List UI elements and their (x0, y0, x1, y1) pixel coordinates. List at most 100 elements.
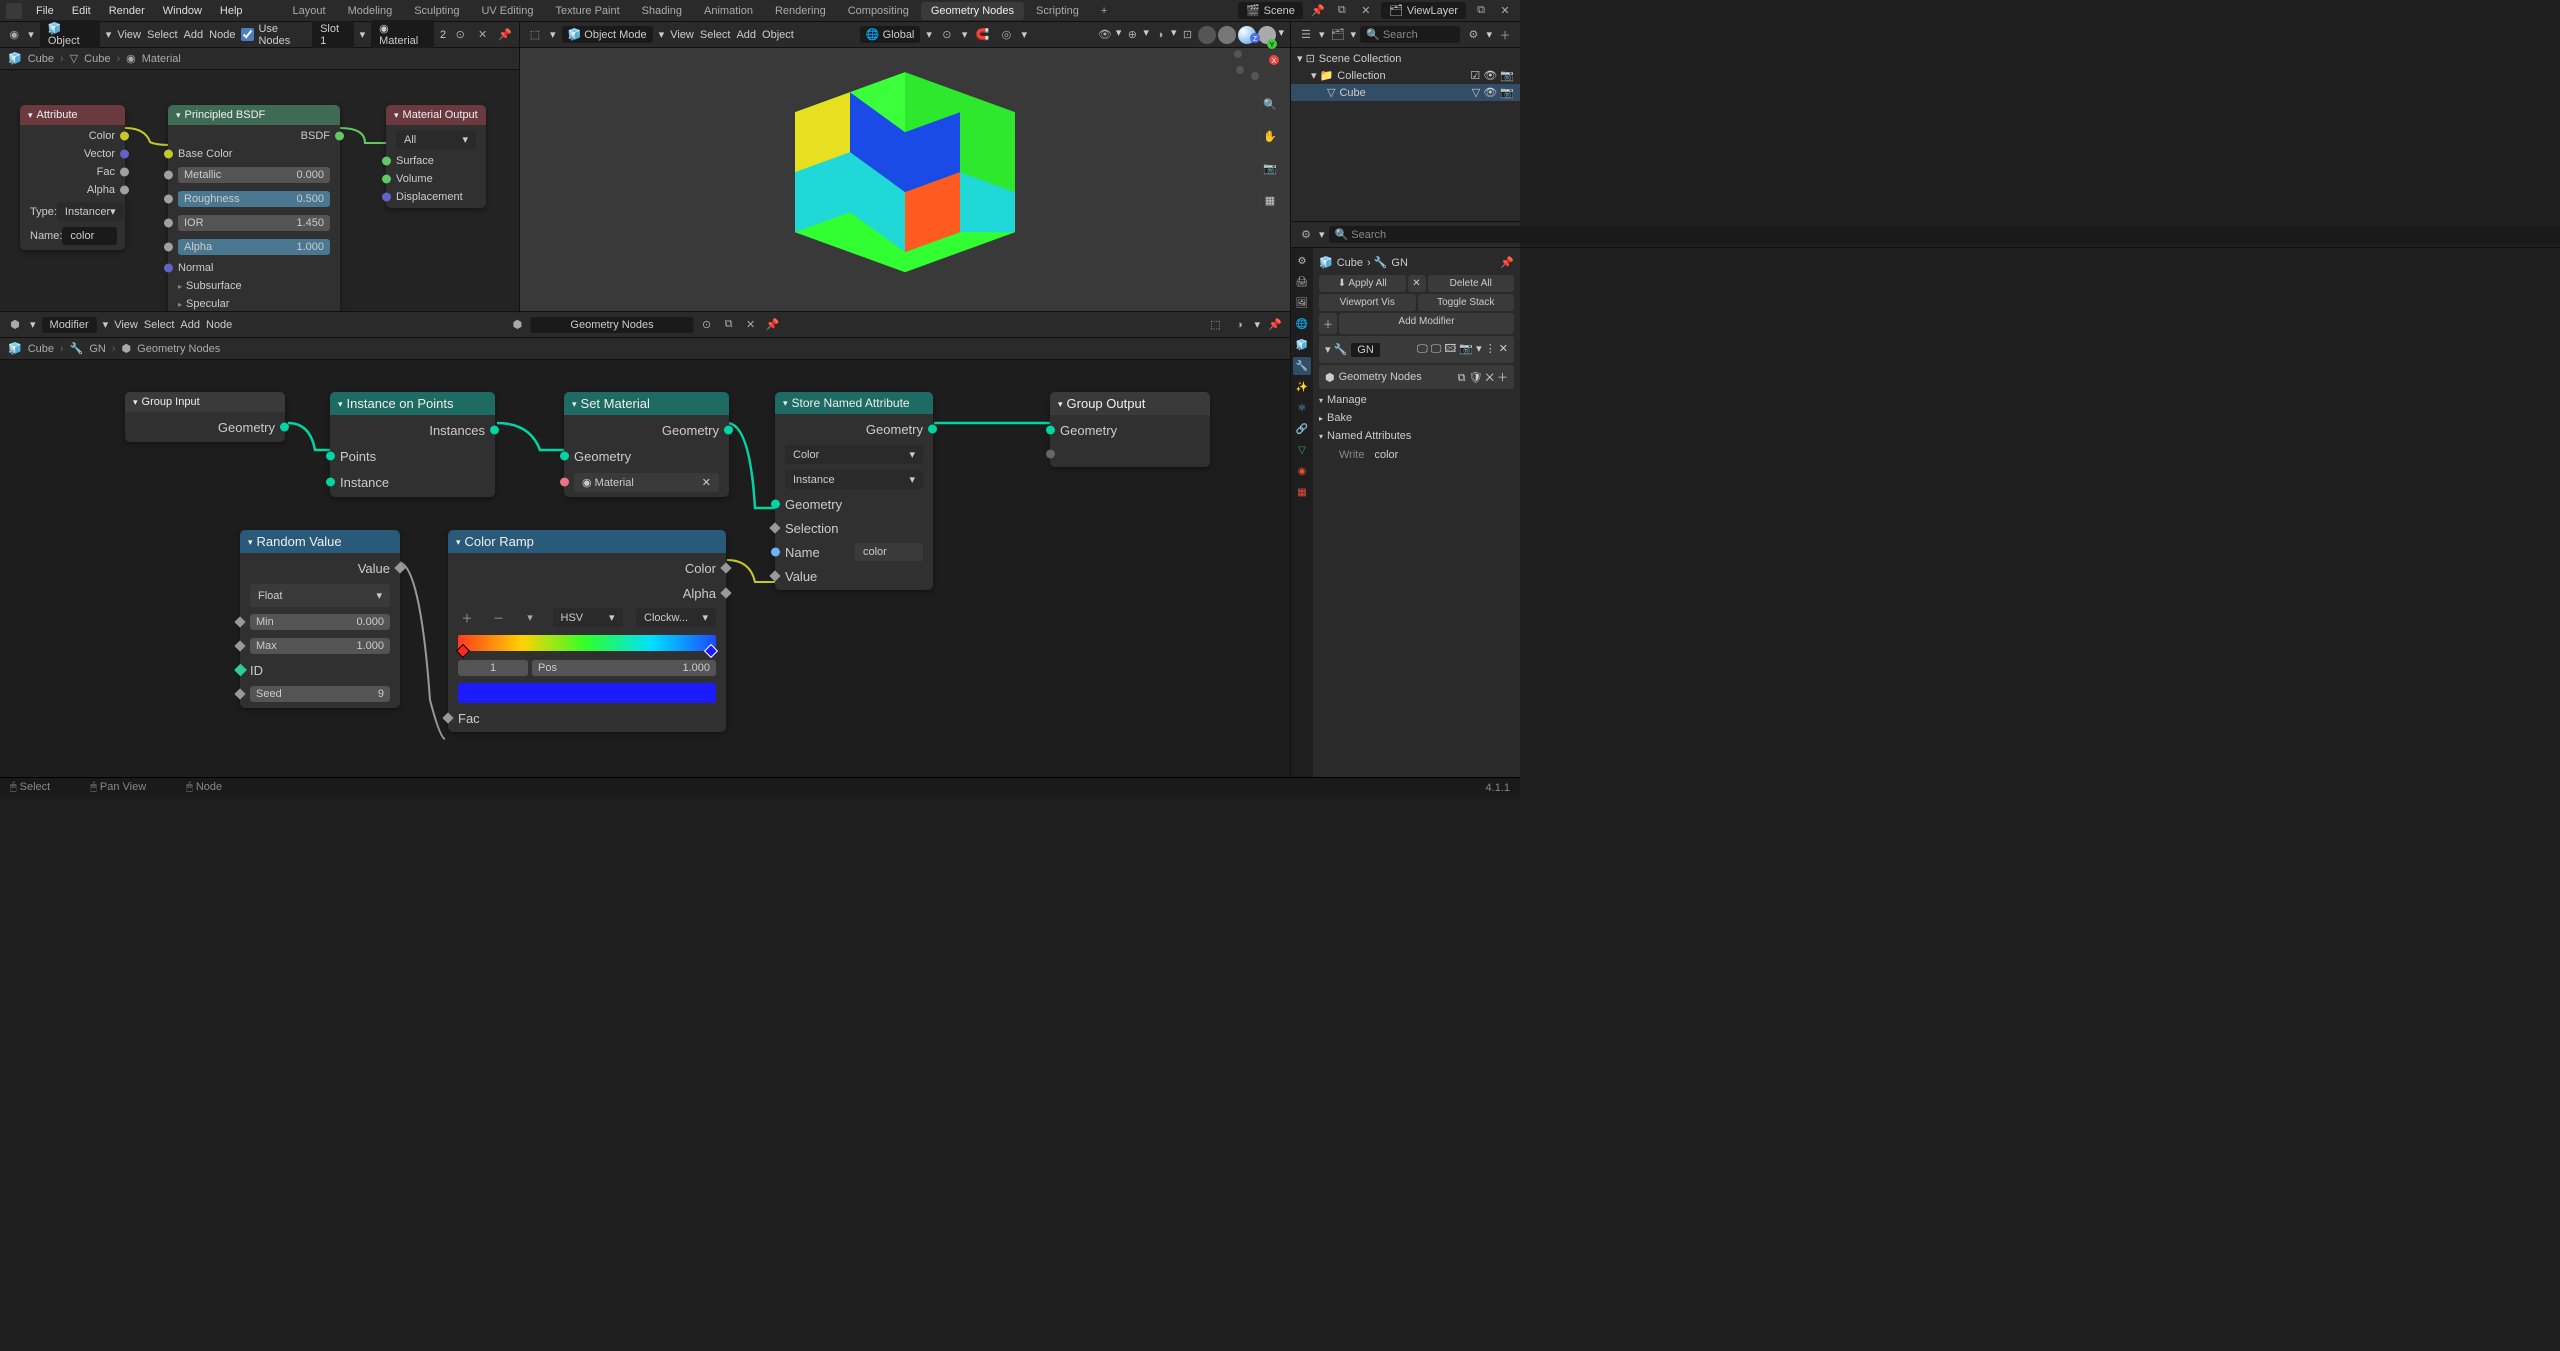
tab-render[interactable]: ⚙ (1293, 252, 1311, 270)
geo-node-area[interactable]: Group Input Geometry Instance on Points … (0, 360, 1290, 777)
material-users[interactable]: 2 (440, 29, 446, 41)
node-group-output[interactable]: Group Output Geometry (1050, 392, 1210, 467)
menu-file[interactable]: File (28, 2, 62, 20)
tab-compositing[interactable]: Compositing (838, 2, 919, 20)
tab-particles[interactable]: ✨ (1293, 378, 1311, 396)
tab-texpaint[interactable]: Texture Paint (545, 2, 629, 20)
shading-mode[interactable]: 🧊 Object (40, 20, 100, 49)
close-icon[interactable]: ✕ (702, 476, 711, 489)
pan-icon[interactable]: ✋ (1258, 124, 1282, 148)
ss-icon[interactable]: ⬚ (1206, 316, 1224, 334)
viewlayer-field[interactable]: 🗂 ViewLayer (1381, 2, 1466, 19)
vp-select[interactable]: Select (700, 29, 731, 41)
shield-icon[interactable]: ⊙ (452, 26, 468, 44)
pin-icon[interactable]: 📌 (1500, 256, 1514, 269)
shader-select[interactable]: Select (147, 29, 178, 41)
node-group-input[interactable]: Group Input Geometry (125, 392, 285, 442)
tab-world[interactable]: 🧊 (1293, 336, 1311, 354)
node-random-value[interactable]: Random Value Value Float▾ Min0.000 Max1.… (240, 530, 400, 708)
section-manage[interactable]: Manage (1319, 391, 1514, 409)
tab-viewlayer[interactable]: 🖼 (1293, 294, 1311, 312)
props-type-icon[interactable]: ⚙ (1297, 226, 1315, 244)
zoom-icon[interactable]: 🔍 (1258, 92, 1282, 116)
3d-viewport[interactable]: ⬚▾ 🧊 Object Mode▾ View Select Add Object… (520, 22, 1290, 312)
shader-add[interactable]: Add (184, 29, 204, 41)
ramp-remove-icon[interactable]: － (490, 609, 508, 627)
crumb-mat[interactable]: Material (142, 53, 181, 65)
outliner-type-icon[interactable]: ☰ (1297, 26, 1315, 44)
geo-add[interactable]: Add (180, 319, 200, 331)
tab-output[interactable]: 🖨 (1293, 273, 1311, 291)
viewlayer-close-icon[interactable]: ✕ (1496, 2, 1514, 20)
tab-constraints[interactable]: 🔗 (1293, 420, 1311, 438)
geo-modifier-select[interactable]: Modifier (42, 317, 97, 333)
orientation[interactable]: 🌐 Global (860, 26, 921, 43)
ramp-color-swatch[interactable] (458, 683, 716, 703)
tree-collection[interactable]: ▾ 📁 Collection☑ 👁 📷 (1291, 67, 1520, 84)
copy-icon[interactable]: ⧉ (1333, 2, 1351, 20)
crumb-ng[interactable]: Geometry Nodes (137, 343, 220, 355)
toggle-stack-button[interactable]: Toggle Stack (1418, 294, 1515, 311)
section-bake[interactable]: Bake (1319, 409, 1514, 427)
editor-type-icon[interactable]: ◉ (6, 26, 22, 44)
tab-modeling[interactable]: Modeling (338, 2, 403, 20)
add-modifier-button[interactable]: Add Modifier (1339, 313, 1514, 334)
visibility-icon[interactable]: 👁 (1096, 26, 1114, 44)
tree-scene-collection[interactable]: ▾ ⊡ Scene Collection (1291, 50, 1520, 67)
nav-gizmo[interactable]: YZX (1230, 32, 1280, 82)
editor-type-icon[interactable]: ⬚ (526, 26, 544, 44)
apply-all-button[interactable]: ⬇ Apply All (1319, 275, 1406, 292)
apply-close-icon[interactable]: ✕ (1408, 275, 1426, 292)
ramp-add-icon[interactable]: ＋ (458, 609, 476, 627)
vp-add[interactable]: Add (736, 29, 756, 41)
tab-scene[interactable]: 🌐 (1293, 315, 1311, 333)
add-icon[interactable]: ＋ (1319, 313, 1337, 334)
material-field[interactable]: ◉ Material (371, 20, 434, 49)
tab-layout[interactable]: Layout (283, 2, 336, 20)
tab-material[interactable]: ◉ (1293, 462, 1311, 480)
nodegroup-browse-icon[interactable]: ⬢ (508, 316, 526, 334)
viewlayer-copy-icon[interactable]: ⧉ (1472, 2, 1490, 20)
blender-logo[interactable] (6, 3, 22, 19)
node-instance-on-points[interactable]: Instance on Points Instances Points Inst… (330, 392, 495, 497)
tab-scripting[interactable]: Scripting (1026, 2, 1089, 20)
new-collection-icon[interactable]: ＋ (1496, 26, 1514, 44)
shield-icon[interactable]: ⊙ (698, 316, 716, 334)
unlink-icon[interactable]: ✕ (474, 26, 490, 44)
tab-rendering[interactable]: Rendering (765, 2, 836, 20)
tab-data[interactable]: ▽ (1293, 441, 1311, 459)
slot-select[interactable]: Slot 1 (312, 21, 353, 49)
props-search[interactable]: 🔍 Search (1329, 226, 2560, 243)
scene-field[interactable]: 🎬 Scene (1238, 2, 1303, 19)
camera-icon[interactable]: 📷 (1258, 156, 1282, 180)
geo-node[interactable]: Node (206, 319, 232, 331)
color-ramp-gradient[interactable] (458, 635, 716, 651)
unlink-icon[interactable]: ✕ (742, 316, 760, 334)
close-icon[interactable]: ✕ (1357, 2, 1375, 20)
copy-icon[interactable]: ⧉ (720, 316, 738, 334)
nodegroup-name[interactable]: Geometry Nodes (530, 317, 693, 333)
shader-node[interactable]: Node (209, 29, 235, 41)
editor-type-icon[interactable]: ⬢ (6, 316, 24, 334)
outliner-search[interactable]: 🔍 Search (1360, 26, 1460, 43)
shader-view[interactable]: View (117, 29, 141, 41)
use-nodes-toggle[interactable]: Use Nodes (241, 23, 306, 47)
persp-icon[interactable]: ▦ (1258, 188, 1282, 212)
vp-view[interactable]: View (670, 29, 694, 41)
pin-geo-icon[interactable]: 📌 (1266, 316, 1284, 334)
mode-select[interactable]: 🧊 Object Mode (562, 26, 653, 43)
crumb-mesh[interactable]: Cube (84, 53, 110, 65)
node-principled-bsdf[interactable]: Principled BSDF BSDF Base Color Metallic… (168, 105, 340, 311)
node-attribute[interactable]: Attribute Color Vector Fac Alpha Type:In… (20, 105, 125, 250)
tab-animation[interactable]: Animation (694, 2, 763, 20)
pin-icon[interactable]: 📌 (764, 316, 782, 334)
overlay-icon[interactable]: ◑ (1230, 316, 1248, 334)
menu-window[interactable]: Window (155, 2, 210, 20)
crumb-obj[interactable]: Cube (28, 53, 54, 65)
node-color-ramp[interactable]: Color Ramp Color Alpha ＋ － ▾ HSV▾ Clockw… (448, 530, 726, 732)
tab-add[interactable]: + (1091, 2, 1117, 20)
menu-render[interactable]: Render (101, 2, 153, 20)
overlays-icon[interactable]: ◑ (1151, 26, 1169, 44)
crumb-obj[interactable]: Cube (28, 343, 54, 355)
crumb-mod[interactable]: GN (89, 343, 106, 355)
